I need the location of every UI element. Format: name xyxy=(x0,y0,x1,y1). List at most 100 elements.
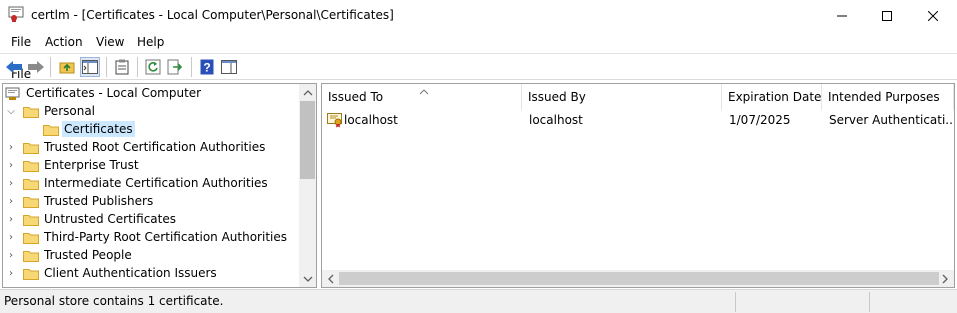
window-title: certlm - [Certificates - Local Computer\… xyxy=(31,8,394,22)
column-header-intended-purposes[interactable]: Intended Purposes xyxy=(822,84,954,110)
chevron-down-icon[interactable]: ⌵ xyxy=(5,102,17,120)
folder-icon xyxy=(23,195,39,208)
show-hide-action-pane-button[interactable] xyxy=(219,57,239,77)
console-tree-pane[interactable]: Certificates - Local Computer ⌵ Personal… xyxy=(2,83,317,288)
certificate-list-pane[interactable]: Issued To Issued By Expiration Date Inte… xyxy=(321,83,955,288)
toolbar-separator xyxy=(191,57,192,77)
close-button[interactable] xyxy=(910,0,956,31)
column-header-issued-to[interactable]: Issued To xyxy=(322,84,522,110)
back-arrow-icon xyxy=(6,61,22,73)
computer-certificates-icon xyxy=(5,87,21,100)
toolbar-separator xyxy=(50,57,51,77)
status-divider xyxy=(735,292,736,312)
tree-root[interactable]: Certificates - Local Computer xyxy=(3,84,299,102)
tree-root-label: Certificates - Local Computer xyxy=(26,86,202,100)
forward-button[interactable] xyxy=(26,57,46,77)
properties-pane-icon xyxy=(221,60,237,74)
cell-issued-by: localhost xyxy=(529,113,583,127)
clipboard-button[interactable] xyxy=(112,57,132,77)
tree-item-enterprise-trust[interactable]: › Enterprise Trust xyxy=(3,156,299,174)
table-row[interactable]: localhost localhost 1/07/2025 Server Aut… xyxy=(322,111,954,129)
tree-item-personal[interactable]: ⌵ Personal xyxy=(3,102,299,120)
chevron-right-icon[interactable]: › xyxy=(5,246,17,264)
show-hide-tree-icon xyxy=(82,60,98,74)
back-button[interactable] xyxy=(4,57,24,77)
folder-icon xyxy=(23,231,39,244)
status-divider xyxy=(869,292,870,312)
menu-action[interactable]: Action xyxy=(45,35,83,49)
toolbar: ? xyxy=(0,53,957,80)
tree-item-label: Trusted People xyxy=(44,248,132,262)
refresh-button[interactable] xyxy=(143,57,163,77)
cell-expiration-date: 1/07/2025 xyxy=(729,113,791,127)
svg-text:?: ? xyxy=(203,61,210,75)
folder-icon xyxy=(23,105,39,118)
folder-icon xyxy=(23,213,39,226)
folder-open-icon xyxy=(43,123,59,136)
tree-item-certificates[interactable]: Certificates xyxy=(3,120,299,138)
tree-item-label: Third-Party Root Certification Authoriti… xyxy=(44,230,287,244)
chevron-right-icon[interactable]: › xyxy=(5,138,17,156)
tree-item-trusted-people[interactable]: › Trusted People xyxy=(3,246,299,264)
help-button[interactable]: ? xyxy=(197,57,217,77)
scroll-left-arrow-icon[interactable] xyxy=(326,273,336,284)
export-list-icon xyxy=(167,59,183,75)
chevron-right-icon[interactable]: › xyxy=(5,228,17,246)
help-icon: ? xyxy=(200,59,214,75)
refresh-icon xyxy=(145,59,161,75)
title-bar: certlm - [Certificates - Local Computer\… xyxy=(0,0,957,32)
chevron-right-icon[interactable]: › xyxy=(5,174,17,192)
maximize-icon xyxy=(882,10,892,21)
folder-icon xyxy=(23,267,39,280)
tree-item-intermediate[interactable]: › Intermediate Certification Authorities xyxy=(3,174,299,192)
list-scroll-thumb[interactable] xyxy=(339,272,939,285)
minimize-icon xyxy=(837,15,847,16)
chevron-right-icon[interactable]: › xyxy=(5,210,17,228)
tree-item-trusted-publishers[interactable]: › Trusted Publishers xyxy=(3,192,299,210)
menu-file[interactable]: File xyxy=(11,35,31,49)
tree-item-trusted-root[interactable]: › Trusted Root Certification Authorities xyxy=(3,138,299,156)
scroll-right-arrow-icon[interactable] xyxy=(940,273,950,284)
folder-icon xyxy=(23,141,39,154)
export-list-button[interactable] xyxy=(165,57,185,77)
menu-help[interactable]: Help xyxy=(137,35,164,49)
tree-vertical-scrollbar[interactable] xyxy=(299,84,316,287)
tree-item-label: Trusted Root Certification Authorities xyxy=(44,140,266,154)
folder-icon xyxy=(23,177,39,190)
folder-icon xyxy=(23,249,39,262)
chevron-right-icon[interactable]: › xyxy=(5,264,17,282)
tree-item-label: Intermediate Certification Authorities xyxy=(44,176,268,190)
status-text: Personal store contains 1 certificate. xyxy=(4,294,224,308)
clipboard-icon xyxy=(115,59,129,75)
menu-view[interactable]: View xyxy=(96,35,124,49)
tree-item-third-party-root[interactable]: › Third-Party Root Certification Authori… xyxy=(3,228,299,246)
list-horizontal-scrollbar[interactable] xyxy=(322,270,954,287)
chevron-right-icon[interactable]: › xyxy=(5,192,17,210)
show-hide-console-tree-button[interactable] xyxy=(80,57,100,77)
status-bar: Personal store contains 1 certificate. xyxy=(0,289,957,313)
column-header-issued-by[interactable]: Issued By xyxy=(522,84,722,110)
column-header-expiration-date[interactable]: Expiration Date xyxy=(722,84,822,110)
maximize-button[interactable] xyxy=(864,0,910,31)
minimize-button[interactable] xyxy=(819,0,865,31)
scroll-up-arrow-icon[interactable] xyxy=(303,87,313,97)
app-icon xyxy=(8,6,24,22)
tree-item-label: Client Authentication Issuers xyxy=(44,266,217,280)
tree-item-untrusted[interactable]: › Untrusted Certificates xyxy=(3,210,299,228)
close-icon xyxy=(928,10,938,21)
tree-item-client-auth-issuers[interactable]: › Client Authentication Issuers xyxy=(3,264,299,282)
forward-arrow-icon xyxy=(28,61,44,73)
up-folder-icon xyxy=(59,62,75,74)
toolbar-separator xyxy=(137,57,138,77)
tree-scroll-thumb[interactable] xyxy=(300,101,315,179)
scroll-down-arrow-icon[interactable] xyxy=(303,273,313,283)
cell-intended-purposes: Server Authenticati... xyxy=(829,113,955,127)
tree-item-label: Untrusted Certificates xyxy=(44,212,176,226)
chevron-right-icon[interactable]: › xyxy=(5,156,17,174)
certificate-icon xyxy=(327,112,343,128)
tree-item-label: Certificates xyxy=(62,121,135,137)
folder-icon xyxy=(23,159,39,172)
up-one-level-button[interactable] xyxy=(57,57,77,77)
tree-item-label: Personal xyxy=(44,104,96,118)
cell-issued-to: localhost xyxy=(344,113,398,127)
